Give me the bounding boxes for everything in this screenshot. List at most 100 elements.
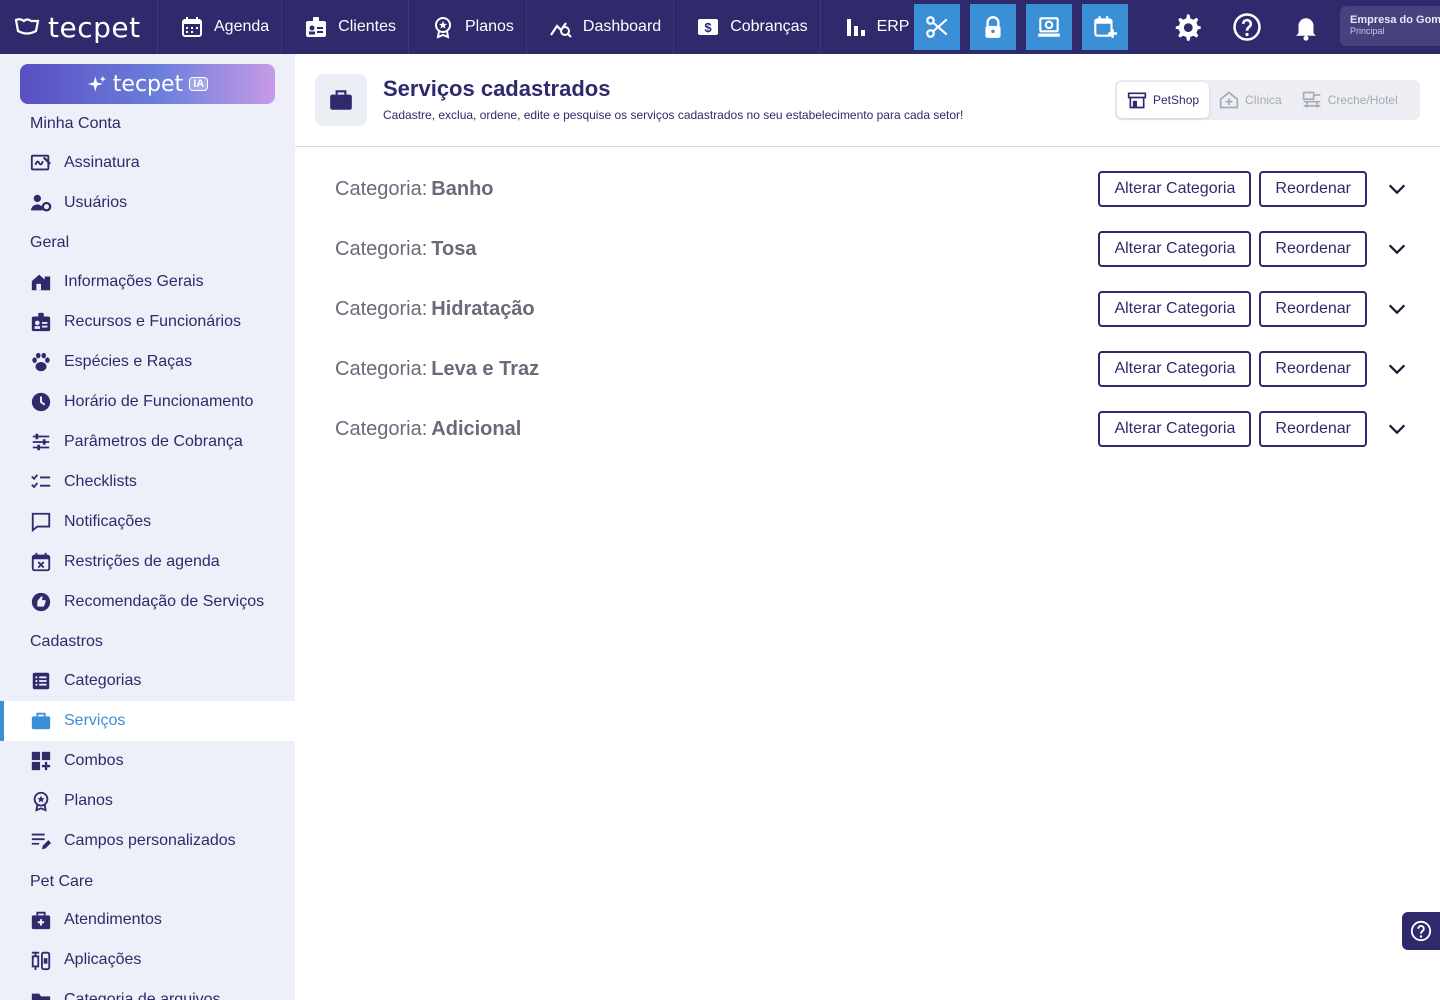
dollar-icon: $: [698, 19, 719, 35]
bar-chart-icon: [846, 19, 865, 36]
sidebar-item-campos-personalizados[interactable]: Campos personalizados: [0, 821, 295, 861]
logo-text: tecpet: [48, 10, 141, 44]
expand-toggle[interactable]: [1379, 291, 1415, 327]
sidebar-item-label: Categorias: [64, 672, 142, 689]
quick-lock-button[interactable]: [970, 4, 1016, 50]
sidebar-item-label: Restrições de agenda: [64, 553, 220, 570]
quick-scissors-button[interactable]: [914, 4, 960, 50]
tecpet-ia-button[interactable]: tecpet IA: [20, 64, 275, 104]
category-name: Banho: [431, 177, 494, 200]
category-row: Categoria: Tosa Alterar Categoria Reorde…: [335, 231, 1415, 267]
sidebar-item-especies-racas[interactable]: Espécies e Raças: [0, 342, 295, 382]
sidebar-item-label: Notificações: [64, 513, 152, 530]
quick-register-button[interactable]: [1026, 4, 1072, 50]
notifications-button[interactable]: [1287, 8, 1325, 46]
sector-label: Clínica: [1245, 93, 1282, 107]
sidebar-item-notificacoes[interactable]: Notificações: [0, 502, 295, 542]
sidebar-item-usuarios[interactable]: Usuários: [0, 183, 295, 223]
floating-help-button[interactable]: [1402, 912, 1440, 950]
reorder-button[interactable]: Reordenar: [1259, 351, 1367, 387]
sidebar-item-planos[interactable]: Planos: [0, 781, 295, 821]
nav-planos[interactable]: Planos: [409, 0, 527, 54]
alter-category-button[interactable]: Alterar Categoria: [1098, 171, 1252, 207]
section-title-geral: Geral: [30, 234, 70, 251]
sidebar-item-horario-funcionamento[interactable]: Horário de Funcionamento: [0, 382, 295, 422]
ia-badge: IA: [189, 77, 209, 91]
nav-clientes[interactable]: Clientes: [282, 0, 409, 54]
category-prefix: Categoria:: [335, 177, 428, 200]
calendar-add-icon: [1094, 16, 1117, 38]
calendar-x-icon: [31, 552, 51, 572]
sidebar-item-label: Espécies e Raças: [64, 353, 193, 370]
nav-agenda[interactable]: Agenda: [158, 0, 283, 54]
sector-label: Creche/Hotel: [1327, 93, 1398, 107]
nav-label: Planos: [464, 18, 514, 35]
sidebar-item-atendimentos[interactable]: Atendimentos: [0, 900, 295, 940]
alter-category-button[interactable]: Alterar Categoria: [1098, 231, 1252, 267]
settings-button[interactable]: [1168, 8, 1206, 46]
tecpet-logo[interactable]: tecpet: [0, 0, 158, 54]
category-name: Hidratação: [431, 297, 535, 320]
register-icon: [1038, 17, 1060, 37]
sidebar-item-label: Usuários: [64, 194, 128, 211]
nav-dashboard[interactable]: Dashboard: [527, 0, 675, 54]
expand-toggle[interactable]: [1379, 411, 1415, 447]
sidebar-item-label: Categoria de arquivos: [64, 991, 221, 1000]
reorder-button[interactable]: Reordenar: [1259, 291, 1367, 327]
top-navbar: tecpet Agenda Clientes Planos Dashboard …: [0, 0, 1440, 54]
reorder-button[interactable]: Reordenar: [1259, 171, 1367, 207]
sidebar-item-categoria-arquivos[interactable]: Categoria de arquivos: [0, 980, 295, 1000]
company-selector[interactable]: Empresa do Gomes Principal: [1340, 6, 1440, 46]
alter-category-button[interactable]: Alterar Categoria: [1098, 411, 1252, 447]
gear-icon: [1175, 14, 1201, 41]
sidebar-item-recomendacao-servicos[interactable]: Recomendação de Serviços: [0, 582, 295, 622]
sector-label: PetShop: [1153, 93, 1200, 107]
section-title-pet-care: Pet Care: [30, 873, 94, 890]
category-row: Categoria: Adicional Alterar Categoria R…: [335, 411, 1415, 447]
help-icon: [1233, 13, 1261, 41]
sector-switch: PetShop Clínica Creche/Hotel: [1115, 80, 1420, 120]
message-icon: [31, 512, 51, 533]
help-button[interactable]: [1228, 8, 1266, 46]
category-prefix: Categoria:: [335, 357, 428, 380]
page-icon: [315, 74, 367, 126]
sector-tab-creche-hotel[interactable]: Creche/Hotel: [1292, 82, 1408, 118]
nav-erp[interactable]: ERP: [821, 0, 922, 54]
sector-tab-petshop[interactable]: PetShop: [1117, 82, 1210, 118]
company-unit: Principal: [1350, 26, 1385, 36]
grid-plus-icon: [31, 751, 51, 771]
page-title: Serviços cadastrados: [383, 76, 611, 101]
sidebar-item-combos[interactable]: Combos: [0, 741, 295, 781]
sidebar-item-restricoes-agenda[interactable]: Restrições de agenda: [0, 542, 295, 582]
sidebar-item-categorias[interactable]: Categorias: [0, 661, 295, 701]
store-icon: [31, 274, 51, 291]
chevron-down-icon: [1388, 184, 1406, 195]
sidebar-item-parametros-cobranca[interactable]: Parâmetros de Cobrança: [0, 422, 295, 462]
sidebar-item-checklists[interactable]: Checklists: [0, 462, 295, 502]
sidebar-item-label: Horário de Funcionamento: [64, 393, 254, 410]
sidebar-item-label: Campos personalizados: [64, 832, 236, 849]
calendar-icon: [182, 17, 202, 37]
sidebar-item-recursos-funcionarios[interactable]: Recursos e Funcionários: [0, 302, 295, 342]
nav-cobrancas[interactable]: $ Cobranças: [674, 0, 821, 54]
reorder-button[interactable]: Reordenar: [1259, 411, 1367, 447]
alter-category-button[interactable]: Alterar Categoria: [1098, 351, 1252, 387]
sidebar-item-servicos[interactable]: Serviços: [0, 701, 295, 741]
svg-text:$: $: [705, 20, 713, 35]
sector-tab-clinica[interactable]: Clínica: [1209, 82, 1292, 118]
alter-category-button[interactable]: Alterar Categoria: [1098, 291, 1252, 327]
expand-toggle[interactable]: [1379, 231, 1415, 267]
sparkle-icon: [87, 75, 106, 92]
sidebar-item-informacoes-gerais[interactable]: Informações Gerais: [0, 262, 295, 302]
sidebar-item-label: Planos: [64, 792, 113, 809]
expand-toggle[interactable]: [1379, 351, 1415, 387]
sidebar-item-aplicacoes[interactable]: Aplicações: [0, 940, 295, 980]
sidebar-item-label: Assinatura: [64, 154, 140, 171]
chevron-down-icon: [1388, 424, 1406, 435]
quick-calendar-add-button[interactable]: [1082, 4, 1128, 50]
briefcase-icon: [330, 90, 352, 110]
sidebar-item-assinatura[interactable]: Assinatura: [0, 143, 295, 183]
client-card-icon: [306, 17, 327, 37]
reorder-button[interactable]: Reordenar: [1259, 231, 1367, 267]
expand-toggle[interactable]: [1379, 171, 1415, 207]
